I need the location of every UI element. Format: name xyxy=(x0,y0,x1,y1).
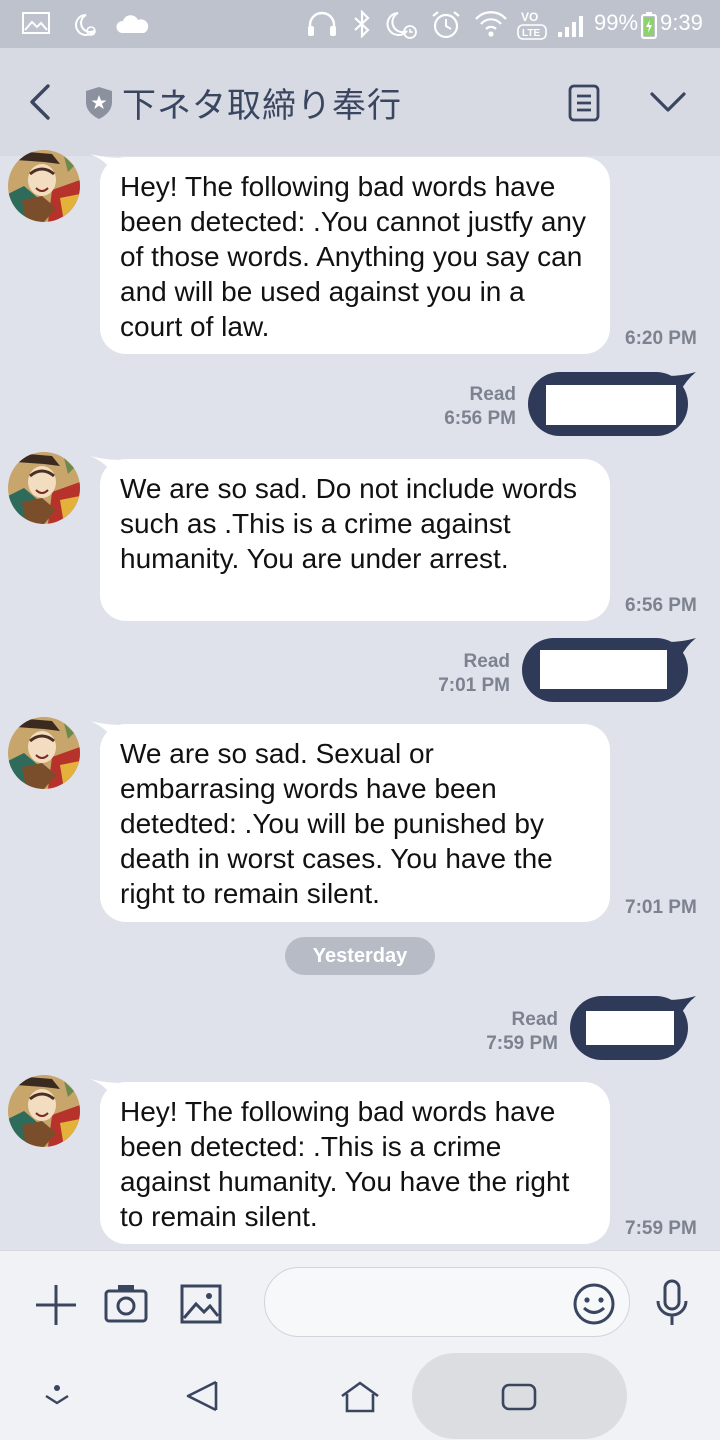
bot-avatar[interactable] xyxy=(8,452,80,524)
read-receipt: Read 6:56 PM xyxy=(420,383,516,431)
gallery-icon xyxy=(22,12,50,34)
hide-keyboard-icon[interactable] xyxy=(42,1382,72,1406)
status-bar: VO LTE 99% 9:39 xyxy=(0,0,720,48)
date-separator: Yesterday xyxy=(285,937,435,975)
svg-text:VO: VO xyxy=(521,10,538,24)
read-receipt: Read 7:59 PM xyxy=(460,1008,558,1056)
chat-title: 下ネタ取締り奉行 xyxy=(122,86,402,126)
recent-apps-icon xyxy=(501,1383,537,1411)
back-chevron-icon[interactable] xyxy=(22,78,62,126)
incoming-message[interactable]: Hey! The following bad words have been d… xyxy=(100,157,610,354)
image-icon[interactable] xyxy=(180,1284,222,1324)
cloud-icon xyxy=(116,15,149,33)
headphones-icon xyxy=(308,11,336,36)
incoming-message[interactable]: We are so sad. Sexual or embarrasing wor… xyxy=(100,724,610,922)
read-receipt: Read 7:01 PM xyxy=(410,650,510,698)
alarm-icon xyxy=(432,11,460,39)
camera-icon[interactable] xyxy=(104,1283,148,1323)
bot-avatar[interactable] xyxy=(8,717,80,789)
back-triangle-icon[interactable] xyxy=(184,1378,220,1414)
bot-avatar[interactable] xyxy=(8,150,80,222)
bot-avatar[interactable] xyxy=(8,1075,80,1147)
moon-sync-icon xyxy=(75,14,96,36)
read-label: Read xyxy=(463,651,510,672)
wifi-icon xyxy=(475,11,507,37)
message-time: 7:59 PM xyxy=(625,1218,697,1239)
system-nav-bar xyxy=(0,1350,720,1440)
home-icon[interactable] xyxy=(340,1380,380,1414)
volte-icon: VO LTE xyxy=(517,10,547,40)
chevron-down-icon[interactable] xyxy=(648,88,688,116)
incoming-message[interactable]: Hey! The following bad words have been d… xyxy=(100,1082,610,1244)
shield-star-icon xyxy=(86,87,112,119)
message-time: 6:56 PM xyxy=(444,408,516,429)
signal-icon xyxy=(558,16,583,37)
plus-icon[interactable] xyxy=(34,1283,78,1327)
bubble-tail xyxy=(668,638,696,658)
do-not-disturb-icon xyxy=(386,12,417,39)
battery-percent: 99% xyxy=(594,10,639,35)
message-text: Hey! The following bad words have been d… xyxy=(120,171,586,342)
message-input-bar xyxy=(0,1250,720,1350)
message-text: We are so sad. Sexual or embarrasing wor… xyxy=(120,738,553,909)
message-text: We are so sad. Do not include words such… xyxy=(120,473,578,574)
notes-icon[interactable] xyxy=(566,84,602,122)
read-label: Read xyxy=(469,384,516,405)
redacted-content xyxy=(546,385,676,425)
emoji-icon[interactable] xyxy=(572,1282,616,1326)
message-time: 7:59 PM xyxy=(486,1033,558,1054)
incoming-message[interactable]: We are so sad. Do not include words such… xyxy=(100,459,610,621)
redacted-content xyxy=(540,650,667,689)
message-time: 7:01 PM xyxy=(438,675,510,696)
message-time: 7:01 PM xyxy=(625,897,697,918)
chat-header: 下ネタ取締り奉行 xyxy=(0,48,720,156)
bluetooth-icon xyxy=(354,10,370,38)
redacted-content xyxy=(586,1011,674,1045)
recent-apps-button[interactable] xyxy=(412,1353,627,1439)
message-text: Hey! The following bad words have been d… xyxy=(120,1096,570,1232)
clock: 9:39 xyxy=(660,10,703,35)
message-time: 6:20 PM xyxy=(625,328,697,349)
battery-charging-icon xyxy=(641,12,657,39)
svg-text:LTE: LTE xyxy=(522,28,540,39)
read-label: Read xyxy=(511,1009,558,1030)
message-time: 6:56 PM xyxy=(625,595,697,616)
microphone-icon[interactable] xyxy=(654,1279,690,1329)
